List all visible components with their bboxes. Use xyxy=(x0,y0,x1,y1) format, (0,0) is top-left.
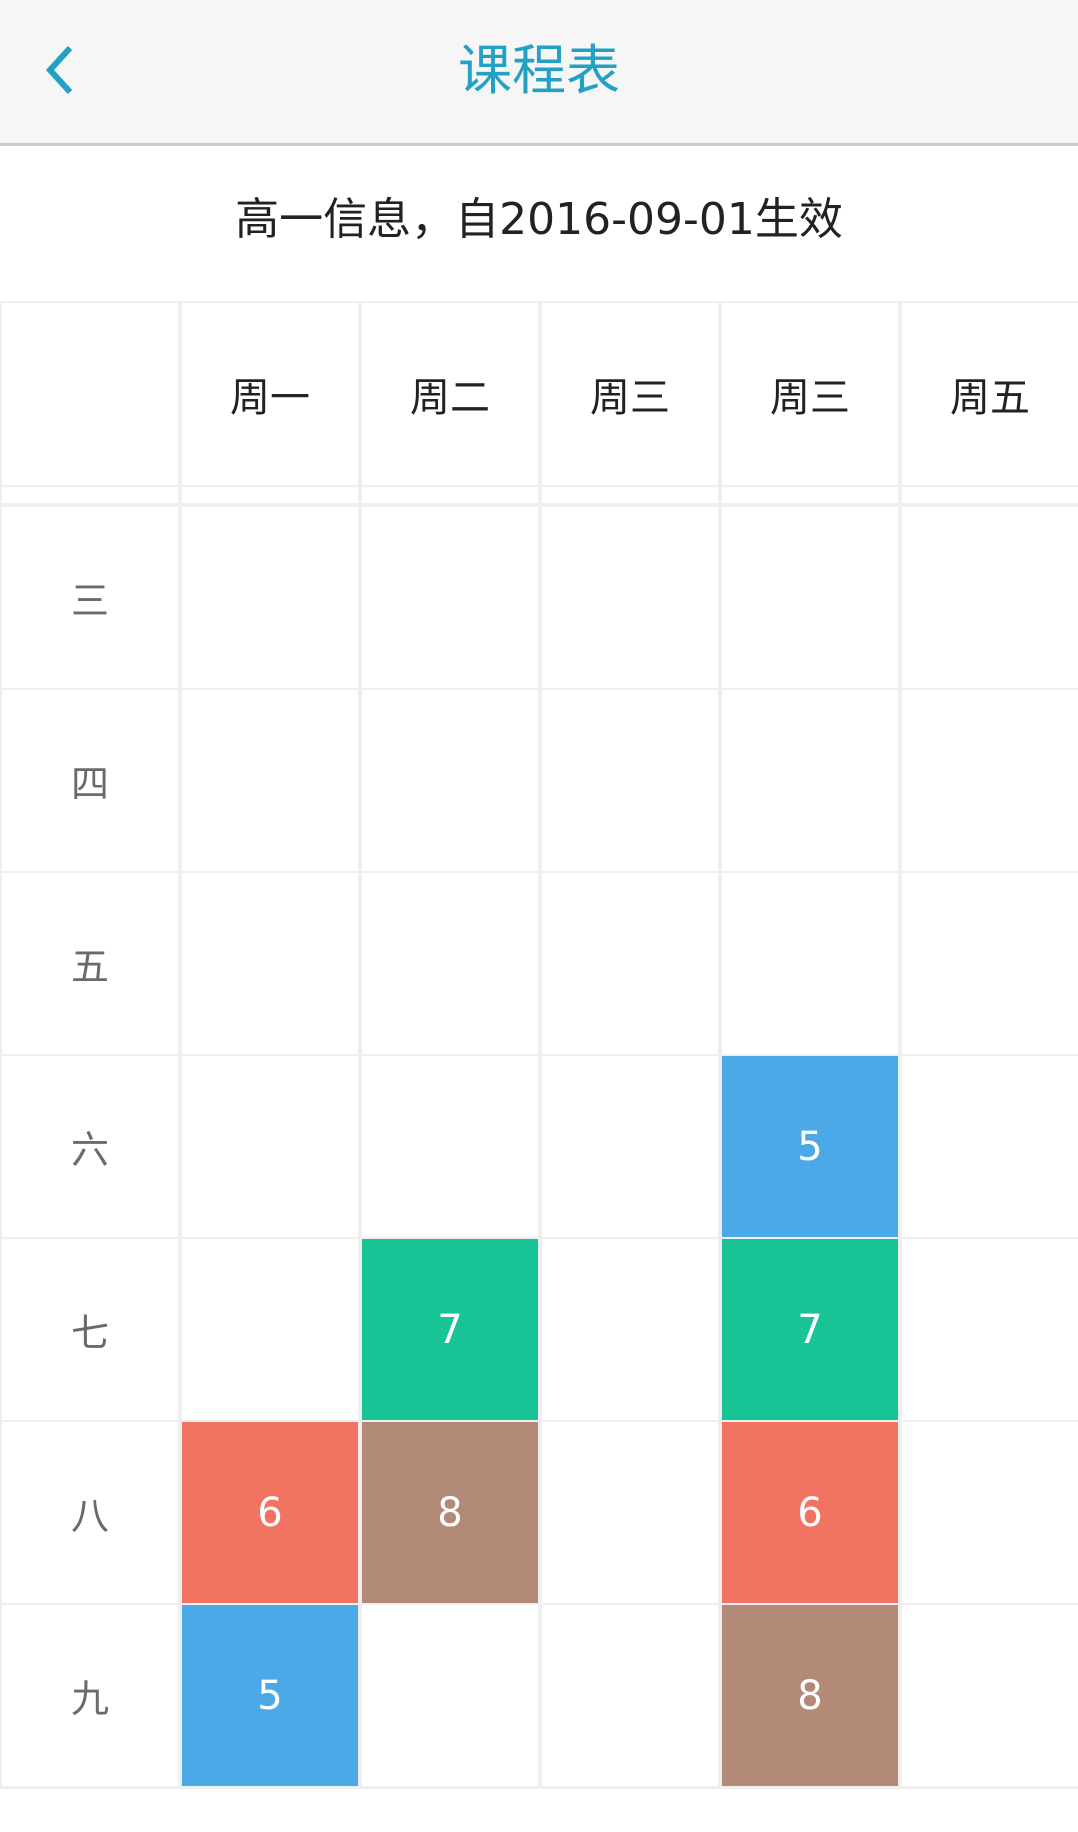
day-header: 周三 xyxy=(722,303,898,485)
period-label xyxy=(2,487,178,503)
day-header: 周二 xyxy=(362,303,538,485)
empty-cell xyxy=(542,487,718,503)
empty-cell xyxy=(542,507,718,688)
period-label: 五 xyxy=(2,873,178,1054)
period-label: 七 xyxy=(2,1239,178,1420)
course-cell[interactable]: 6 xyxy=(722,1422,898,1603)
period-label: 四 xyxy=(2,690,178,871)
top-bar: 课程表 xyxy=(0,0,1078,146)
empty-cell xyxy=(362,1605,538,1786)
empty-cell xyxy=(902,873,1078,1054)
empty-cell xyxy=(182,690,358,871)
course-cell[interactable]: 6 xyxy=(182,1422,358,1603)
empty-cell xyxy=(722,690,898,871)
empty-cell xyxy=(902,487,1078,503)
empty-cell xyxy=(182,507,358,688)
empty-cell xyxy=(182,1056,358,1237)
page-title: 课程表 xyxy=(458,39,620,102)
course-cell[interactable]: 7 xyxy=(362,1239,538,1420)
empty-cell xyxy=(542,873,718,1054)
empty-cell xyxy=(902,1605,1078,1786)
empty-cell xyxy=(182,487,358,503)
empty-cell xyxy=(182,873,358,1054)
period-label: 八 xyxy=(2,1422,178,1603)
empty-cell xyxy=(902,1422,1078,1603)
empty-cell xyxy=(542,1239,718,1420)
day-header: 周一 xyxy=(182,303,358,485)
empty-cell xyxy=(362,873,538,1054)
course-cell[interactable]: 8 xyxy=(362,1422,538,1603)
schedule-table: 周一 周二 周三 周三 周五三四五六 5 七 7 7 八 6 8 6 九 5 8 xyxy=(0,301,1078,1789)
header-corner-cell xyxy=(2,303,178,485)
course-cell[interactable]: 7 xyxy=(722,1239,898,1420)
day-header: 周五 xyxy=(902,303,1078,485)
period-label: 六 xyxy=(2,1056,178,1237)
empty-cell xyxy=(902,1239,1078,1420)
period-label: 三 xyxy=(2,507,178,688)
course-cell[interactable]: 8 xyxy=(722,1605,898,1786)
course-cell[interactable]: 5 xyxy=(182,1605,358,1786)
empty-cell xyxy=(902,690,1078,871)
empty-cell xyxy=(362,690,538,871)
period-label: 九 xyxy=(2,1605,178,1786)
empty-cell xyxy=(722,507,898,688)
empty-cell xyxy=(902,507,1078,688)
empty-cell xyxy=(542,1056,718,1237)
course-cell[interactable]: 5 xyxy=(722,1056,898,1237)
empty-cell xyxy=(542,1422,718,1603)
empty-cell xyxy=(542,1605,718,1786)
empty-cell xyxy=(362,487,538,503)
day-header: 周三 xyxy=(542,303,718,485)
empty-cell xyxy=(182,1239,358,1420)
empty-cell xyxy=(722,487,898,503)
empty-cell xyxy=(362,1056,538,1237)
schedule-subtitle: 高一信息，自2016-09-01生效 xyxy=(235,194,843,245)
empty-cell xyxy=(362,507,538,688)
empty-cell xyxy=(722,873,898,1054)
empty-cell xyxy=(902,1056,1078,1237)
empty-cell xyxy=(542,690,718,871)
